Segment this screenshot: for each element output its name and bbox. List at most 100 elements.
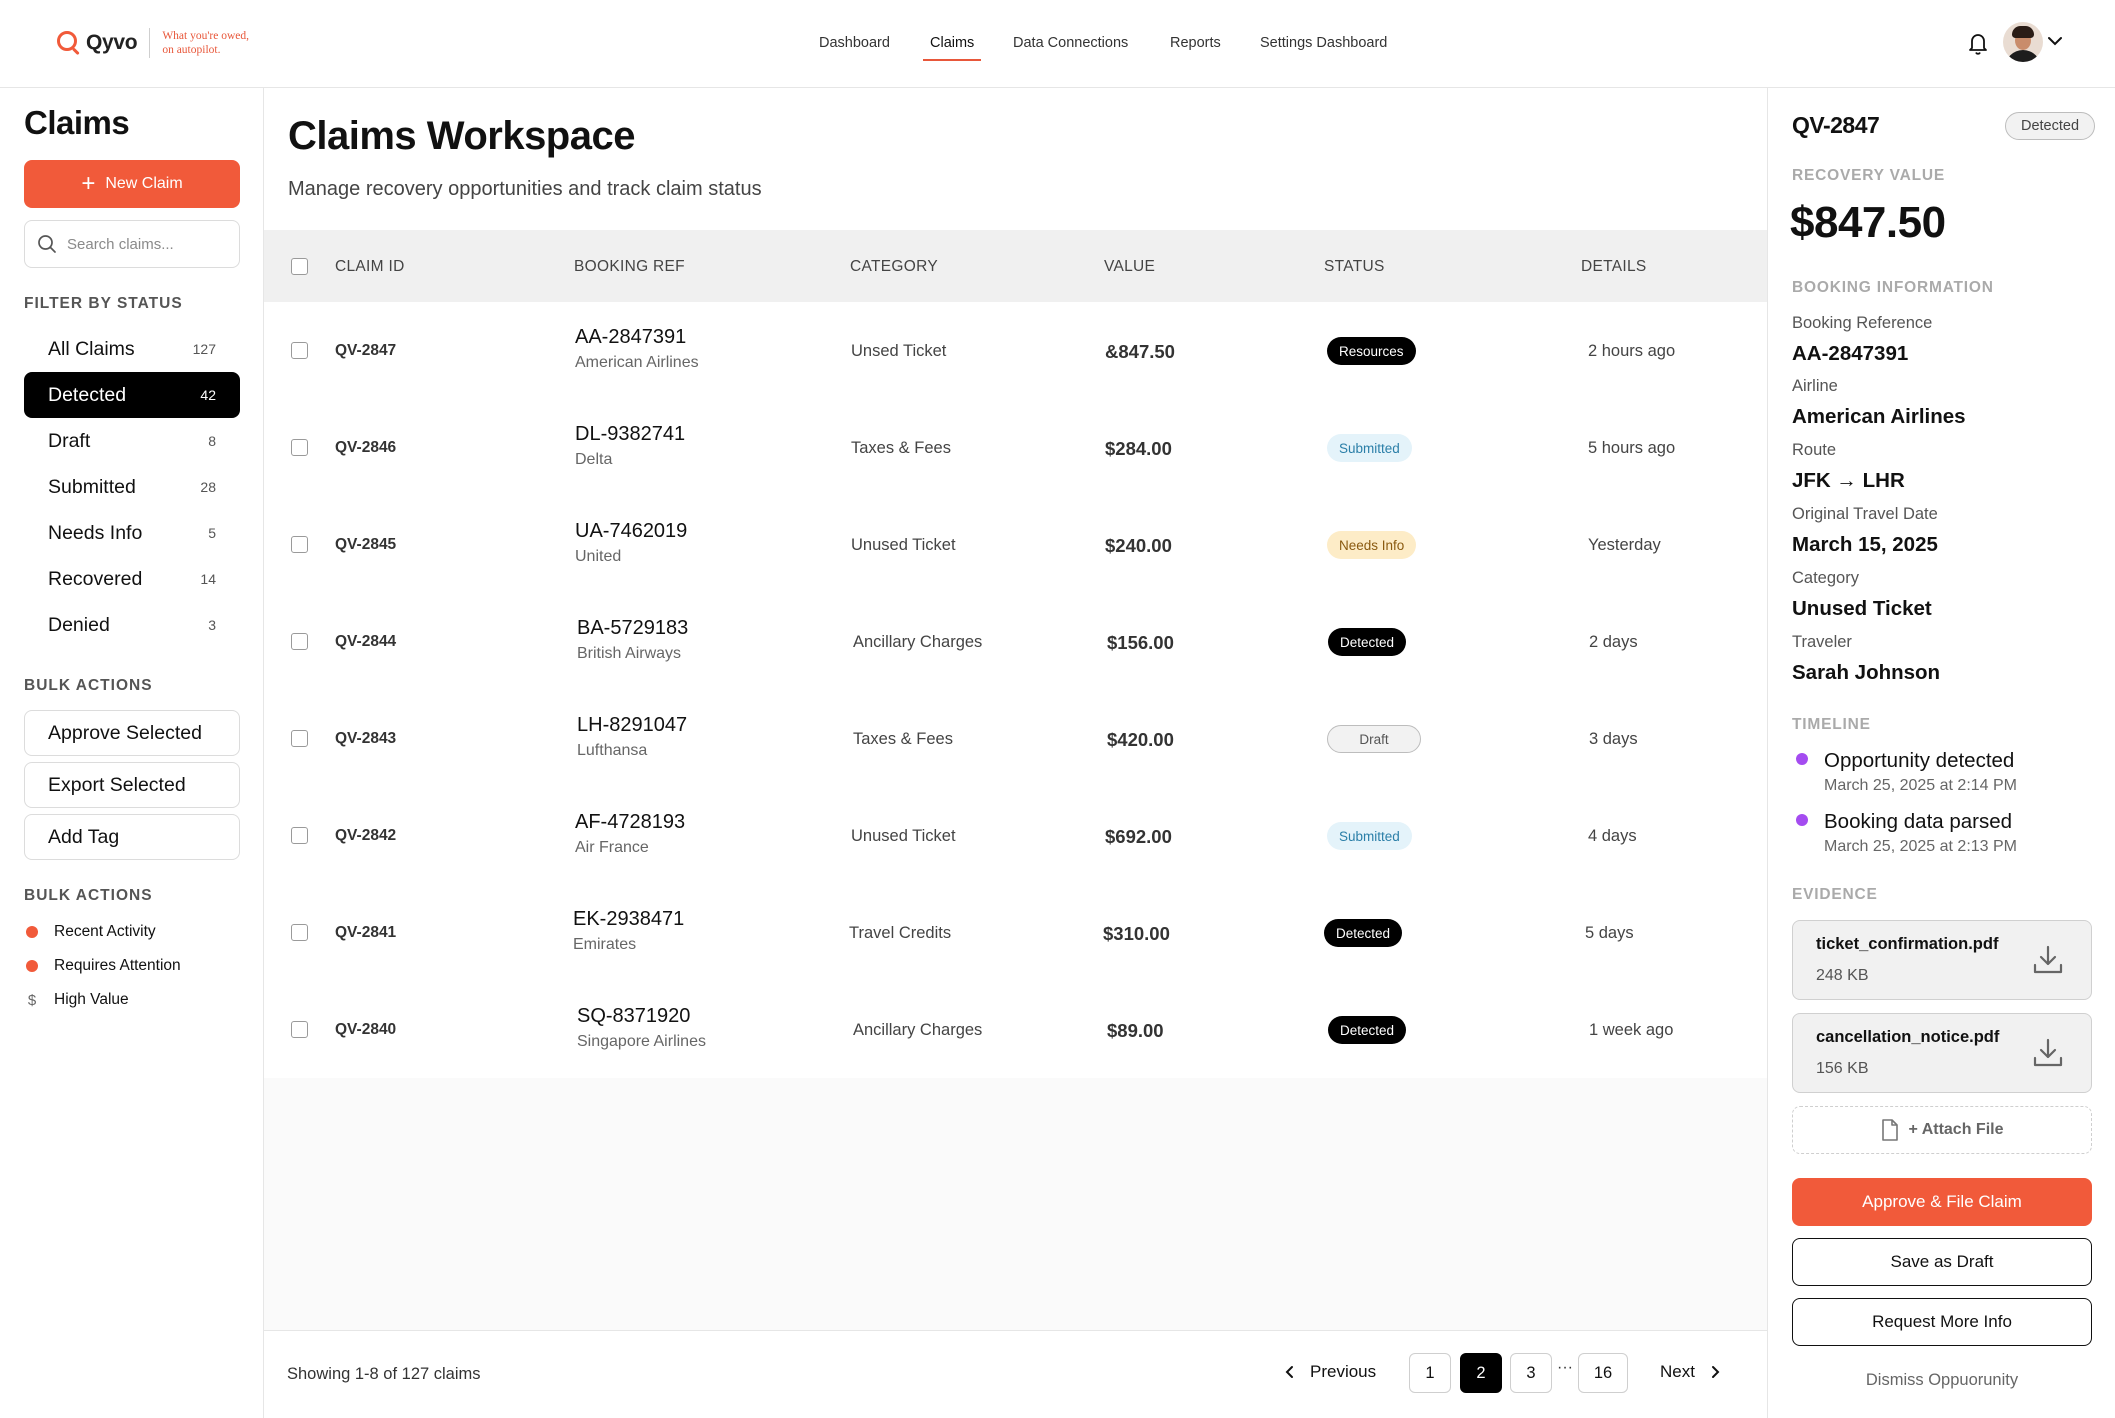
filter-count: 14	[200, 571, 216, 587]
row-checkbox[interactable]	[291, 827, 308, 844]
page-1-button[interactable]: 1	[1409, 1353, 1451, 1393]
download-icon[interactable]	[2031, 1036, 2065, 1070]
nav-data-connections[interactable]: Data Connections	[1013, 35, 1128, 51]
dismiss-opportunity-link[interactable]: Dismiss Oppuorunity	[1792, 1371, 2092, 1390]
previous-page-button[interactable]: Previous	[1284, 1362, 1376, 1382]
claim-value: $156.00	[1107, 632, 1174, 653]
filter-needs-info[interactable]: Needs Info 5	[24, 510, 240, 556]
row-checkbox[interactable]	[291, 342, 308, 359]
filter-count: 3	[208, 617, 216, 633]
bulk-actions-label-2: BULK ACTIONS	[24, 887, 153, 904]
category: Unused Ticket	[851, 827, 956, 845]
approve-selected-button[interactable]: Approve Selected	[24, 710, 240, 756]
claim-id: QV-2840	[335, 1021, 397, 1038]
search-box[interactable]	[24, 220, 240, 268]
claim-id: QV-2841	[335, 924, 397, 941]
row-checkbox[interactable]	[291, 536, 308, 553]
table-row[interactable]: QV-2840 SQ-8371920 Singapore Airlines An…	[264, 981, 1767, 1078]
claim-value: $692.00	[1105, 826, 1172, 847]
category: Taxes & Fees	[851, 439, 951, 457]
link-high-value[interactable]: $ High Value	[26, 991, 129, 1009]
brand-logo[interactable]: Qyvo What you're owed, on autopilot.	[56, 28, 249, 58]
row-checkbox[interactable]	[291, 633, 308, 650]
booking-ref: LH-8291047	[577, 714, 688, 736]
page-subtitle: Manage recovery opportunities and track …	[288, 178, 762, 200]
bell-icon[interactable]	[1966, 30, 1990, 56]
page-2-button[interactable]: 2	[1460, 1353, 1502, 1393]
filter-count: 42	[200, 387, 216, 403]
status-badge: Detected	[1328, 1016, 1407, 1044]
evidence-file[interactable]: ticket_confirmation.pdf 248 KB	[1792, 920, 2092, 1000]
field-key: Route	[1792, 441, 1837, 459]
filter-submitted[interactable]: Submitted 28	[24, 464, 240, 510]
table-row[interactable]: QV-2846 DL-9382741 Delta Taxes & Fees $2…	[264, 399, 1767, 496]
evidence-label: EVIDENCE	[1792, 886, 1878, 903]
column-status[interactable]: STATUS	[1324, 258, 1385, 276]
link-recent-activity[interactable]: Recent Activity	[26, 923, 156, 941]
status-badge: Submitted	[1327, 822, 1412, 850]
column-category[interactable]: CATEGORY	[850, 258, 938, 276]
filter-denied[interactable]: Denied 3	[24, 602, 240, 648]
evidence-file[interactable]: cancellation_notice.pdf 156 KB	[1792, 1013, 2092, 1093]
claim-value: $420.00	[1107, 729, 1174, 750]
field-value: JFK → LHR	[1792, 469, 1905, 492]
chevron-down-icon[interactable]	[2048, 36, 2062, 46]
page-3-button[interactable]: 3	[1510, 1353, 1552, 1393]
filter-detected[interactable]: Detected 42	[24, 372, 240, 418]
category: Unused Ticket	[851, 536, 956, 554]
save-draft-button[interactable]: Save as Draft	[1792, 1238, 2092, 1286]
nav-dashboard[interactable]: Dashboard	[819, 35, 890, 51]
logo-divider	[149, 28, 151, 58]
main-nav: Dashboard Claims Data Connections Report…	[0, 0, 2115, 88]
filter-all-claims[interactable]: All Claims 127	[24, 326, 240, 372]
download-icon[interactable]	[2031, 943, 2065, 977]
row-checkbox[interactable]	[291, 439, 308, 456]
field-value: American Airlines	[1792, 405, 1966, 428]
row-checkbox[interactable]	[291, 1021, 308, 1038]
search-input[interactable]	[67, 235, 227, 253]
select-all-checkbox[interactable]	[291, 258, 308, 275]
request-more-info-button[interactable]: Request More Info	[1792, 1298, 2092, 1346]
add-tag-button[interactable]: Add Tag	[24, 814, 240, 860]
details: 2 days	[1589, 633, 1638, 651]
table-row[interactable]: QV-2842 AF-4728193 Air France Unused Tic…	[264, 787, 1767, 884]
top-nav-bar: Qyvo What you're owed, on autopilot. Das…	[0, 0, 2115, 88]
column-value[interactable]: VALUE	[1104, 258, 1155, 276]
table-row[interactable]: QV-2847 AA-2847391 American Airlines Uns…	[264, 302, 1767, 399]
detail-status-badge: Detected	[2005, 112, 2095, 140]
filter-recovered[interactable]: Recovered 14	[24, 556, 240, 602]
category: Unsed Ticket	[851, 342, 947, 360]
export-selected-button[interactable]: Export Selected	[24, 762, 240, 808]
column-claim-id[interactable]: CLAIM ID	[335, 258, 405, 276]
column-booking-ref[interactable]: BOOKING REF	[574, 258, 685, 276]
column-details[interactable]: DETAILS	[1581, 258, 1647, 276]
status-dot-icon	[26, 960, 38, 972]
table-row[interactable]: QV-2843 LH-8291047 Lufthansa Taxes & Fee…	[264, 690, 1767, 787]
link-requires-attention[interactable]: Requires Attention	[26, 957, 181, 975]
user-avatar[interactable]	[2003, 22, 2043, 62]
file-size: 248 KB	[1816, 967, 1869, 984]
row-checkbox[interactable]	[291, 730, 308, 747]
row-checkbox[interactable]	[291, 924, 308, 941]
timeline-event-title: Booking data parsed	[1824, 810, 2013, 833]
filter-draft[interactable]: Draft 8	[24, 418, 240, 464]
attach-file-button[interactable]: + Attach File	[1792, 1106, 2092, 1154]
table-row[interactable]: QV-2844 BA-5729183 British Airways Ancil…	[264, 593, 1767, 690]
bulk-actions-label: BULK ACTIONS	[24, 677, 153, 694]
field-key: Booking Reference	[1792, 314, 1933, 332]
nav-reports[interactable]: Reports	[1170, 35, 1221, 51]
timeline-event-time: March 25, 2025 at 2:14 PM	[1824, 777, 2017, 794]
approve-file-claim-button[interactable]: Approve & File Claim	[1792, 1178, 2092, 1226]
page-16-button[interactable]: 16	[1578, 1353, 1628, 1393]
new-claim-button[interactable]: + New Claim	[24, 160, 240, 208]
table-row[interactable]: QV-2841 EK-2938471 Emirates Travel Credi…	[264, 884, 1767, 981]
booking-ref: SQ-8371920	[577, 1005, 691, 1027]
nav-claims[interactable]: Claims	[922, 35, 982, 61]
airline: Air France	[575, 839, 649, 856]
table-row[interactable]: QV-2845 UA-7462019 United Unused Ticket …	[264, 496, 1767, 593]
file-name: cancellation_notice.pdf	[1816, 1028, 2000, 1046]
nav-settings-dashboard[interactable]: Settings Dashboard	[1260, 35, 1387, 51]
dollar-icon: $	[27, 991, 37, 1009]
claim-id: QV-2844	[335, 633, 397, 650]
next-page-button[interactable]: Next	[1660, 1362, 1721, 1382]
